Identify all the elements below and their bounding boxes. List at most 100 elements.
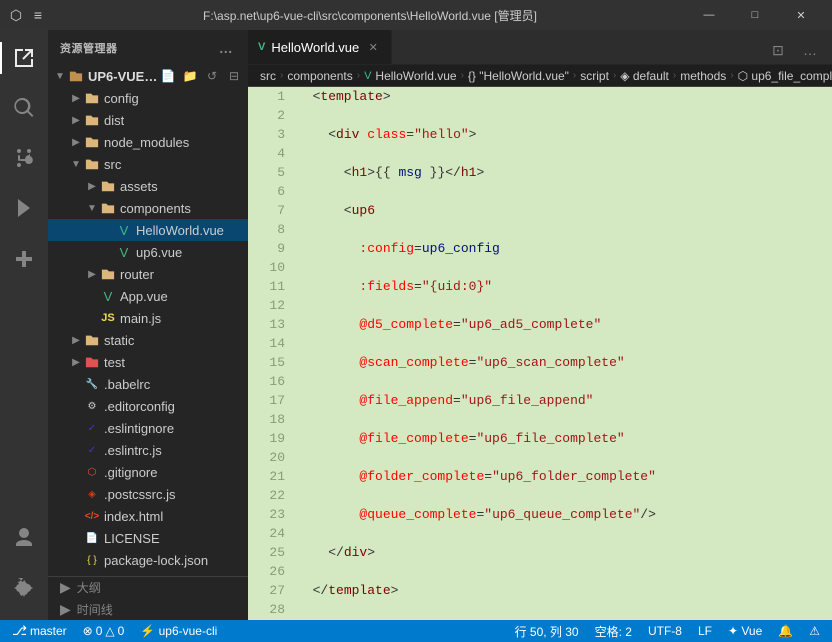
project-status[interactable]: ⚡ up6-vue-cli [136, 620, 221, 642]
sidebar-header: 资源管理器 … [48, 30, 248, 65]
status-bar-right: 行 50, 列 30 空格: 2 UTF-8 LF ✦ Vue 🔔 ⚠ [511, 620, 824, 642]
code-content[interactable]: <template> <div class="hello"> <h1>{{ ms… [293, 87, 832, 620]
breadcrumb-components[interactable]: components [287, 69, 352, 83]
vue-file-icon: V [116, 244, 132, 260]
tree-item-src[interactable]: ▼ src [48, 153, 248, 175]
more-actions-icon[interactable]: … [796, 36, 824, 64]
status-bar-left: ⎇ master ⊗ 0 △ 0 ⚡ up6-vue-cli [8, 620, 221, 642]
breadcrumb-src[interactable]: src [260, 69, 276, 83]
hamburger-icon[interactable]: ≡ [30, 7, 46, 23]
tree-item-babelrc[interactable]: ▶ 🔧 .babelrc [48, 373, 248, 395]
tree-item-gitignore[interactable]: ▶ ⬡ .gitignore [48, 461, 248, 483]
tree-item-components[interactable]: ▼ components [48, 197, 248, 219]
tree-item-eslintrc[interactable]: ▶ ✓ .eslintrc.js [48, 439, 248, 461]
refresh-icon[interactable]: ↺ [202, 66, 222, 86]
tree-item-node-modules[interactable]: ▶ node_modules [48, 131, 248, 153]
title-bar-icons: ⬡ ≡ [8, 7, 46, 23]
tree-item-eslintignore[interactable]: ▶ ✓ .eslintignore [48, 417, 248, 439]
json-icon: { } [84, 552, 100, 568]
minimize-button[interactable]: — [686, 0, 732, 30]
outline-item[interactable]: ▶ 大纲 [48, 577, 248, 599]
breadcrumb-default[interactable]: ◈ default [620, 69, 669, 83]
tree-item-editorconfig[interactable]: ▶ ⚙ .editorconfig [48, 395, 248, 417]
tree-label-components: components [120, 201, 191, 216]
tree-item-helloworld[interactable]: ▶ V HelloWorld.vue [48, 219, 248, 241]
close-button[interactable]: ✕ [778, 0, 824, 30]
status-bar: ⎇ master ⊗ 0 △ 0 ⚡ up6-vue-cli 行 50, 列 3… [0, 620, 832, 642]
components-folder-open-icon [100, 200, 116, 216]
folder-icon [100, 266, 116, 282]
tree-label-node-modules: node_modules [104, 135, 189, 150]
postcss-icon: ◈ [84, 486, 100, 502]
breadcrumb: src › components › V HelloWorld.vue › {}… [248, 65, 832, 87]
eol-label: LF [698, 624, 712, 638]
tree-label-dist: dist [104, 113, 124, 128]
new-file-icon[interactable]: 📄 [158, 66, 178, 86]
source-control-activity-icon[interactable] [0, 134, 48, 182]
tree-item-license[interactable]: ▶ 📄 LICENSE [48, 527, 248, 549]
tree-root[interactable]: ▼ UP6-VUE-CLI 📄 📁 ↺ ⊟ [48, 65, 248, 87]
git-branch-icon: ⎇ [12, 623, 27, 639]
tree-label-indexhtml: index.html [104, 509, 163, 524]
title-bar: ⬡ ≡ F:\asp.net\up6-vue-cli\src\component… [0, 0, 832, 30]
tree-item-mainjs[interactable]: ▶ JS main.js [48, 307, 248, 329]
activity-bar-bottom [0, 514, 48, 620]
notification-status[interactable]: 🔔 [774, 620, 797, 642]
code-text: <template> <div class="hello"> <h1>{{ ms… [297, 87, 832, 620]
project-label: ⚡ up6-vue-cli [140, 624, 217, 638]
debug-activity-icon[interactable] [0, 184, 48, 232]
root-label: UP6-VUE-CLI [88, 69, 158, 84]
tree-item-package-lock[interactable]: ▶ { } package-lock.json [48, 549, 248, 571]
window-controls: — □ ✕ [686, 0, 824, 30]
breadcrumb-file-icon: V [364, 70, 371, 82]
explorer-activity-icon[interactable] [0, 34, 48, 82]
main-layout: 资源管理器 … ▼ UP6-VUE-CLI 📄 📁 ↺ ⊟ [0, 30, 832, 620]
breadcrumb-filename[interactable]: HelloWorld.vue [375, 69, 456, 83]
tree-item-assets[interactable]: ▶ assets [48, 175, 248, 197]
timeline-item[interactable]: ▶ 时间线 [48, 599, 248, 621]
maximize-button[interactable]: □ [732, 0, 778, 30]
search-activity-icon[interactable] [0, 84, 48, 132]
tree-item-up6vue[interactable]: ▶ V up6.vue [48, 241, 248, 263]
tab-close-icon[interactable]: ✕ [365, 39, 381, 55]
tree-item-static[interactable]: ▶ static [48, 329, 248, 351]
editorconfig-icon: ⚙ [84, 398, 100, 414]
tree-label-test: test [104, 355, 125, 370]
tree-label-eslintignore: .eslintignore [104, 421, 174, 436]
tree-item-test[interactable]: ▶ test [48, 351, 248, 373]
breadcrumb-methods[interactable]: methods [680, 69, 726, 83]
error-status[interactable]: ⊗ 0 △ 0 [79, 620, 129, 642]
indent-status[interactable]: 空格: 2 [591, 620, 636, 642]
tree-item-postcssrc[interactable]: ▶ ◈ .postcssrc.js [48, 483, 248, 505]
account-activity-icon[interactable] [0, 514, 48, 562]
new-folder-icon[interactable]: 📁 [180, 66, 200, 86]
warning-status[interactable]: ⚠ [805, 620, 824, 642]
root-arrow: ▼ [52, 68, 68, 84]
git-branch-status[interactable]: ⎇ master [8, 620, 71, 642]
tree-item-dist[interactable]: ▶ dist [48, 109, 248, 131]
settings-activity-icon[interactable] [0, 564, 48, 612]
tree-item-router[interactable]: ▶ router [48, 263, 248, 285]
split-editor-icon[interactable]: ⊡ [764, 36, 792, 64]
tree-label-gitignore: .gitignore [104, 465, 157, 480]
tree-item-indexhtml[interactable]: ▶ </> index.html [48, 505, 248, 527]
window-title: F:\asp.net\up6-vue-cli\src\components\He… [54, 7, 686, 24]
collapse-icon[interactable]: ⊟ [224, 66, 244, 86]
sidebar-menu-icon[interactable]: … [216, 38, 236, 58]
language-status[interactable]: ✦ Vue [724, 620, 766, 642]
cursor-position[interactable]: 行 50, 列 30 [511, 620, 583, 642]
eol-status[interactable]: LF [694, 620, 716, 642]
cursor-position-label: 行 50, 列 30 [515, 623, 579, 640]
tab-bar: V HelloWorld.vue ✕ ⊡ … [248, 30, 832, 65]
vue-file-icon: V [116, 222, 132, 238]
tab-helloworld[interactable]: V HelloWorld.vue ✕ [248, 30, 392, 64]
breadcrumb-script[interactable]: script [580, 69, 609, 83]
tree-item-appvue[interactable]: ▶ V App.vue [48, 285, 248, 307]
encoding-status[interactable]: UTF-8 [644, 620, 686, 642]
extensions-activity-icon[interactable] [0, 234, 48, 282]
breadcrumb-method-name[interactable]: ⬡ up6_file_complete [738, 69, 832, 83]
tree-label-license: LICENSE [104, 531, 160, 546]
breadcrumb-component-section[interactable]: {} "HelloWorld.vue" [468, 69, 569, 83]
git-branch-label: master [30, 624, 67, 638]
tree-item-config[interactable]: ▶ config [48, 87, 248, 109]
